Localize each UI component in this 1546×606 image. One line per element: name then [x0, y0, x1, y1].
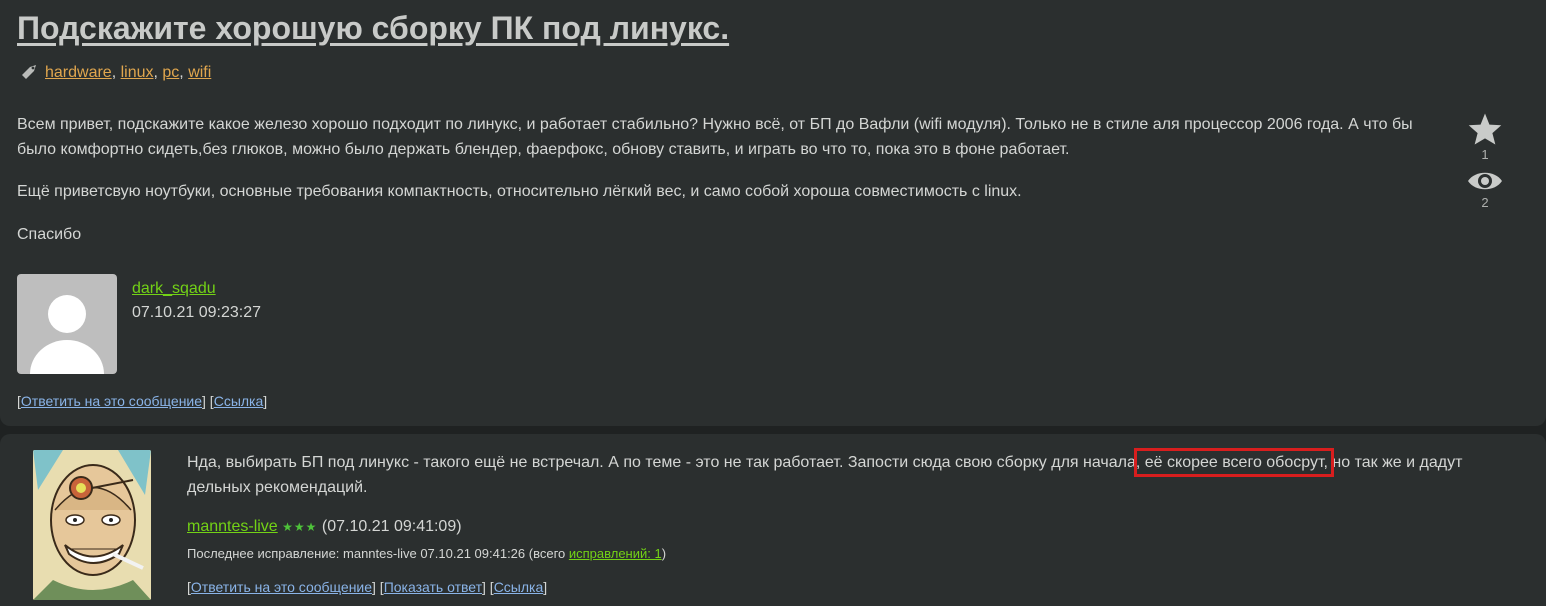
- reply-link[interactable]: Ответить на это сообщение: [21, 393, 202, 409]
- avatar[interactable]: [17, 274, 117, 374]
- comment-date: (07.10.21 09:41:09): [321, 518, 462, 535]
- author-block: dark_sqadu 07.10.21 09:23:27: [132, 277, 261, 325]
- default-user-icon: [30, 295, 104, 374]
- tag-link[interactable]: wifi: [188, 64, 211, 81]
- watch-count: 2: [1481, 195, 1489, 210]
- cartoon-avatar-icon: [33, 450, 151, 600]
- message-paragraph: Всем привет, подскажите какое железо хор…: [17, 116, 1413, 158]
- topic-title[interactable]: Подскажите хорошую сборку ПК под линукс.: [17, 10, 729, 47]
- message-paragraph: Спасибо: [17, 226, 82, 243]
- comment-text: Нда, выбирать БП под линукс - такого ещё…: [187, 448, 1463, 496]
- permalink[interactable]: Ссылка: [494, 579, 544, 595]
- edit-info: Последнее исправление: manntes-live 07.1…: [187, 546, 667, 561]
- avatar[interactable]: [33, 450, 151, 600]
- comment-author-block: manntes-live ★★★ (07.10.21 09:41:09): [187, 518, 462, 536]
- highlighted-phrase: её скорее всего обосрут,: [1134, 448, 1334, 477]
- comment-actions: [Ответить на это сообщение] [Показать от…: [187, 579, 548, 595]
- star-icon[interactable]: [1467, 112, 1503, 146]
- eye-icon[interactable]: [1466, 168, 1504, 194]
- favorites-count: 1: [1481, 147, 1489, 162]
- rating-stars: ★★★: [282, 520, 318, 534]
- tag-link[interactable]: pc: [162, 64, 179, 81]
- topic-sidebar: 1 2: [1465, 112, 1505, 210]
- reply-link[interactable]: Ответить на это сообщение: [191, 579, 372, 595]
- message-paragraph: Ещё приветсвую ноутбуки, основные требов…: [17, 183, 1022, 200]
- tag-link[interactable]: hardware: [45, 64, 112, 81]
- topic-panel: Подскажите хорошую сборку ПК под линукс.…: [0, 0, 1546, 426]
- permalink[interactable]: Ссылка: [214, 393, 264, 409]
- tag-icon: [22, 65, 36, 79]
- tag-link[interactable]: linux: [121, 64, 154, 81]
- topic-actions: [Ответить на это сообщение] [Ссылка]: [17, 393, 268, 409]
- author-link[interactable]: manntes-live: [187, 518, 278, 535]
- edits-link[interactable]: исправлений: 1: [569, 546, 662, 561]
- author-link[interactable]: dark_sqadu: [132, 280, 216, 297]
- show-answer-link[interactable]: Показать ответ: [384, 579, 482, 595]
- post-date: 07.10.21 09:23:27: [132, 304, 262, 321]
- tag-list: hardware, linux, pc, wifi: [19, 62, 211, 82]
- comment-panel: Нда, выбирать БП под линукс - такого ещё…: [0, 434, 1546, 606]
